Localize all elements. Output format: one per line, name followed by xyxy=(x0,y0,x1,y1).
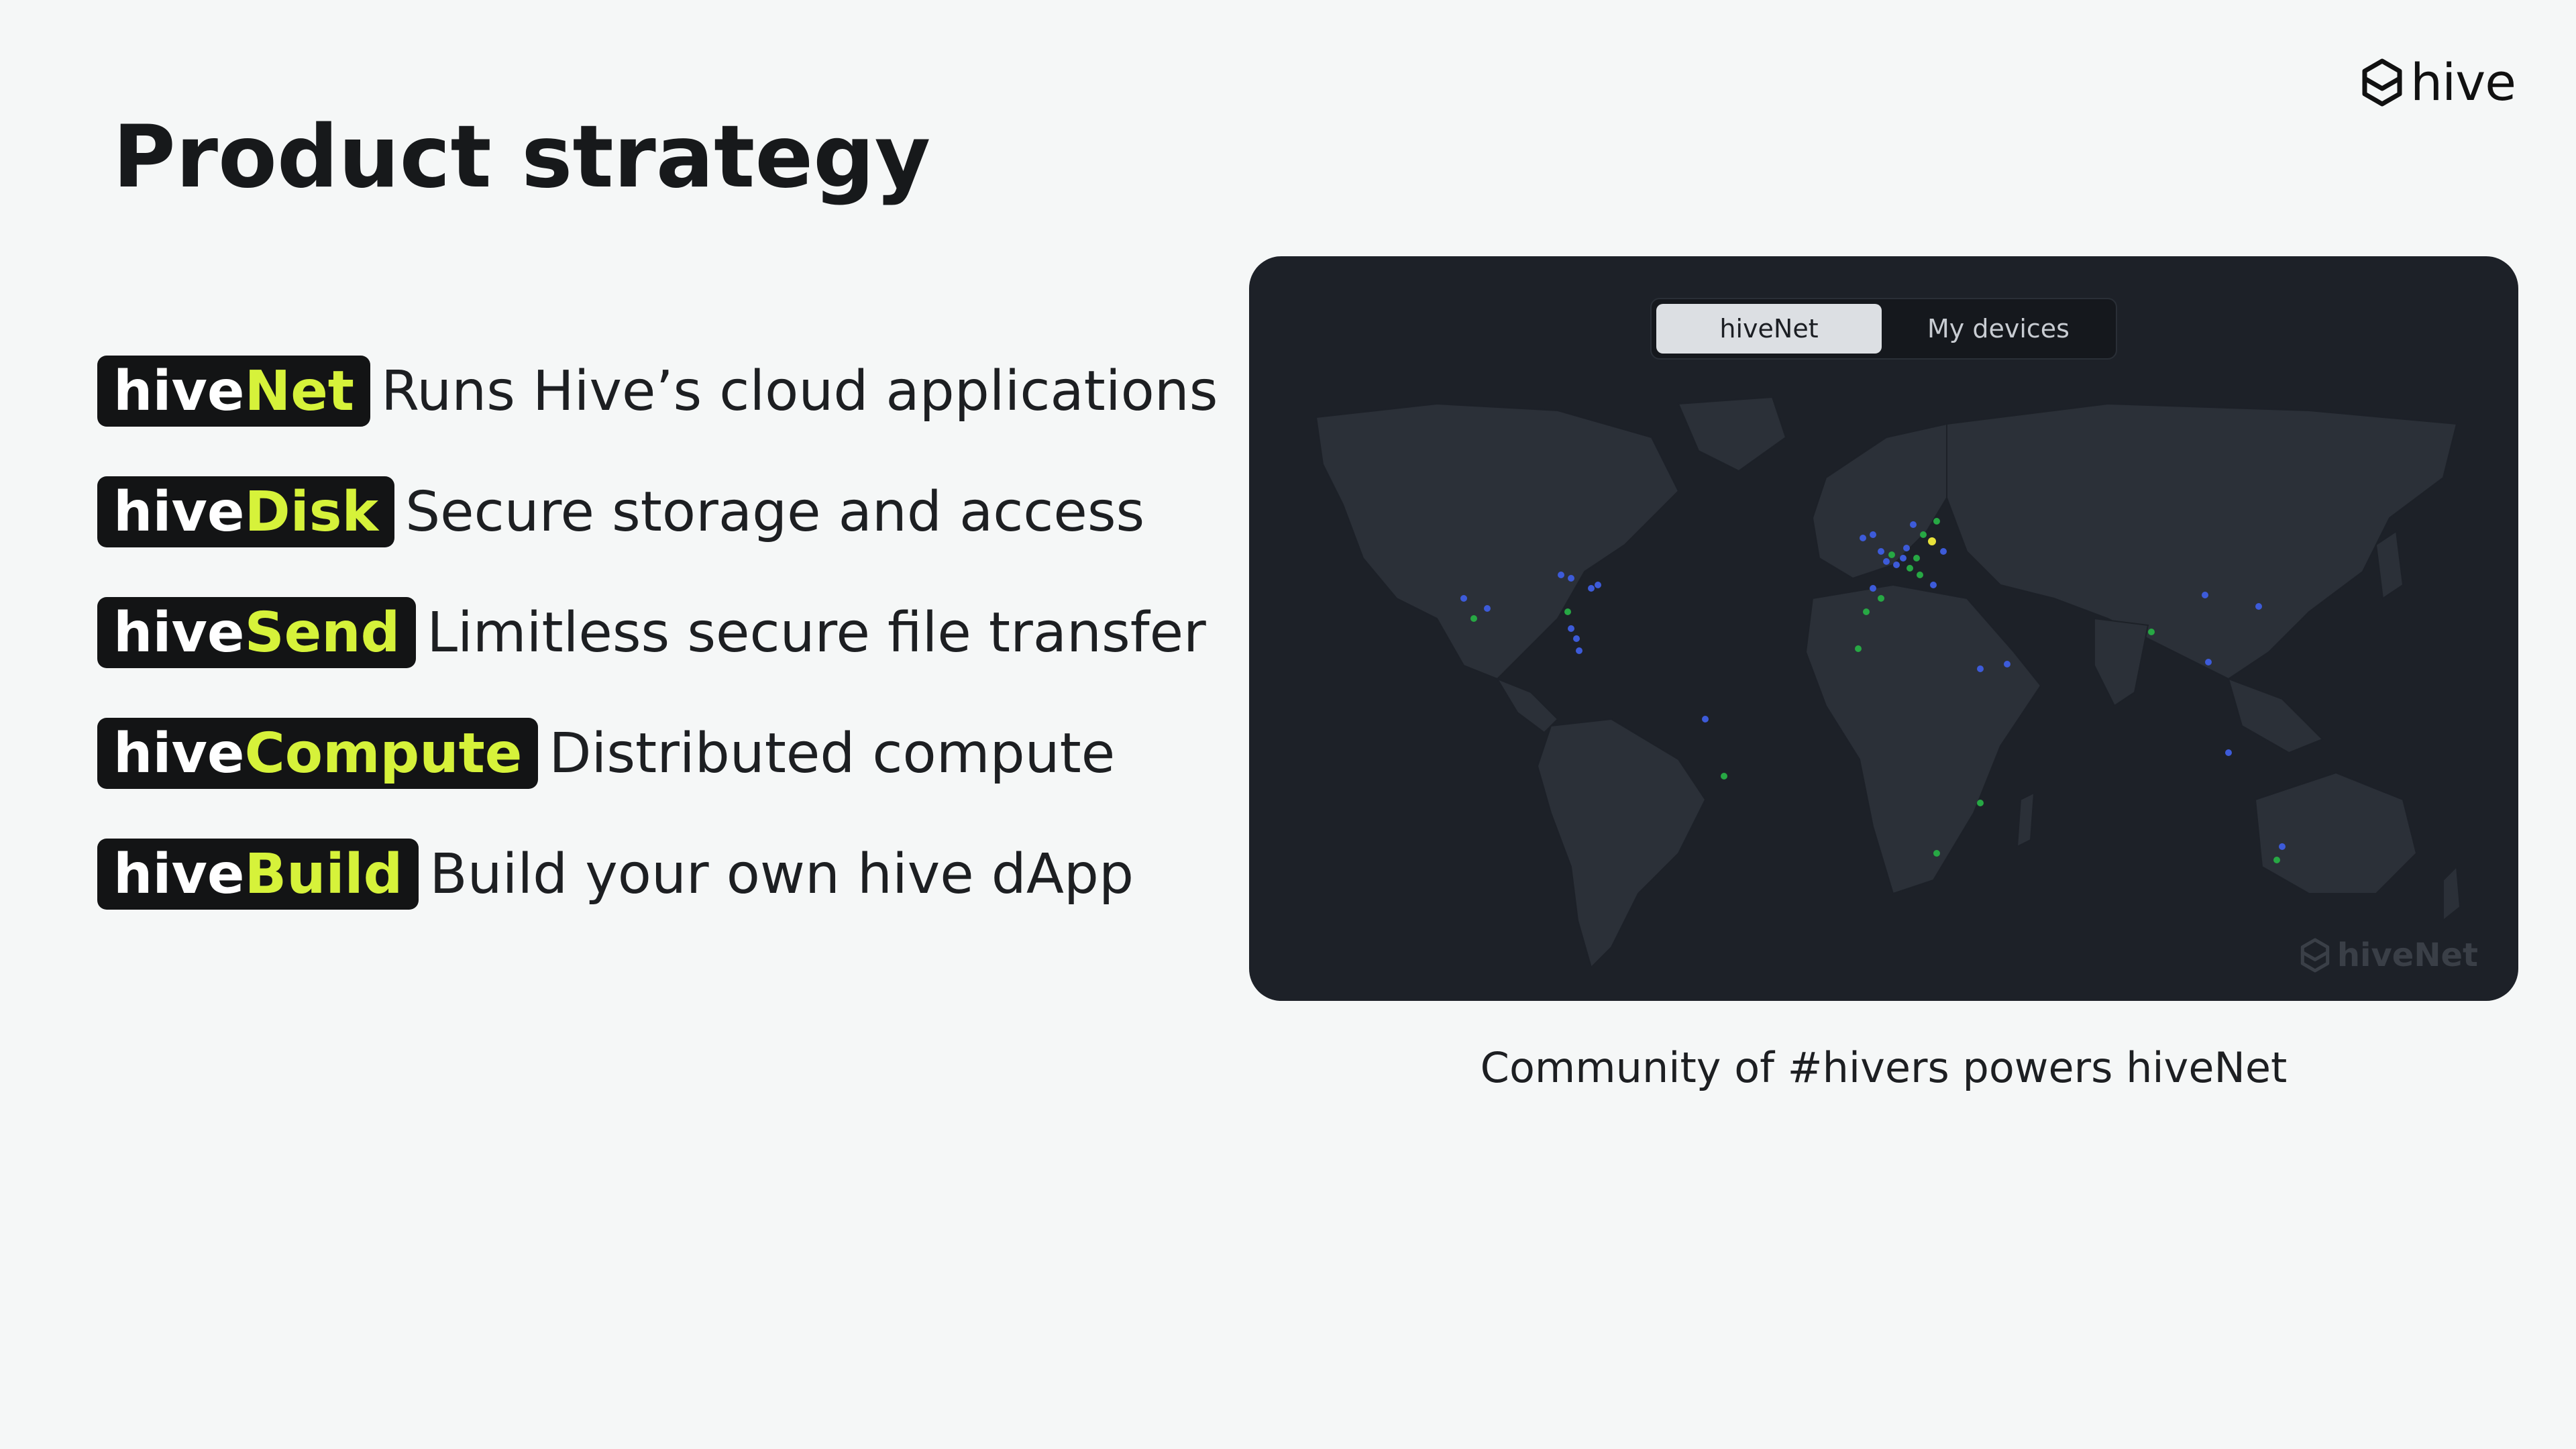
product-badge: hive Build xyxy=(97,839,419,910)
badge-prefix: hive xyxy=(113,480,245,544)
watermark-text: hiveNet xyxy=(2337,936,2478,974)
badge-prefix: hive xyxy=(113,842,245,906)
badge-suffix: Build xyxy=(244,842,403,906)
product-list: hive Net Runs Hive’s cloud applications h… xyxy=(97,356,1218,959)
product-badge: hive Disk xyxy=(97,476,395,547)
badge-prefix: hive xyxy=(113,721,245,786)
hivenet-watermark: hiveNet xyxy=(2300,936,2478,974)
badge-prefix: hive xyxy=(113,600,245,665)
badge-suffix: Net xyxy=(244,359,355,423)
hivenet-map-panel: hiveNet My devices hiveNet xyxy=(1249,256,2518,1001)
product-row-hivedisk: hive Disk Secure storage and access xyxy=(97,476,1218,547)
product-badge: hive Net xyxy=(97,356,371,427)
map-tab-switcher: hiveNet My devices xyxy=(1650,298,2117,360)
page-title-rest: strategy xyxy=(491,107,931,207)
product-description: Runs Hive’s cloud applications xyxy=(381,359,1218,423)
tab-my-devices[interactable]: My devices xyxy=(1886,304,2111,354)
product-badge: hive Send xyxy=(97,597,417,668)
hive-logo: hive xyxy=(2361,52,2516,112)
badge-suffix: Compute xyxy=(244,721,523,786)
continents xyxy=(1315,397,2461,969)
page-title: Product strategy xyxy=(113,107,930,208)
product-row-hivesend: hive Send Limitless secure file transfer xyxy=(97,597,1218,668)
hive-hexagon-icon xyxy=(2300,938,2330,973)
badge-suffix: Disk xyxy=(244,480,379,544)
logo-text: hive xyxy=(2410,52,2516,112)
badge-prefix: hive xyxy=(113,359,245,423)
tab-hivenet[interactable]: hiveNet xyxy=(1656,304,1882,354)
product-row-hivecompute: hive Compute Distributed compute xyxy=(97,718,1218,789)
page-title-strong: Product xyxy=(113,107,492,207)
product-description: Distributed compute xyxy=(549,721,1116,786)
badge-suffix: Send xyxy=(244,600,400,665)
product-row-hivenet: hive Net Runs Hive’s cloud applications xyxy=(97,356,1218,427)
product-description: Limitless secure file transfer xyxy=(427,600,1206,665)
product-description: Secure storage and access xyxy=(405,480,1145,544)
map-caption: Community of #hivers powers hiveNet xyxy=(1480,1043,2288,1092)
hive-hexagon-icon xyxy=(2362,58,2402,106)
product-badge: hive Compute xyxy=(97,718,539,789)
product-row-hivebuild: hive Build Build your own hive dApp xyxy=(97,839,1218,910)
world-map xyxy=(1315,397,2461,969)
product-description: Build your own hive dApp xyxy=(429,842,1134,906)
